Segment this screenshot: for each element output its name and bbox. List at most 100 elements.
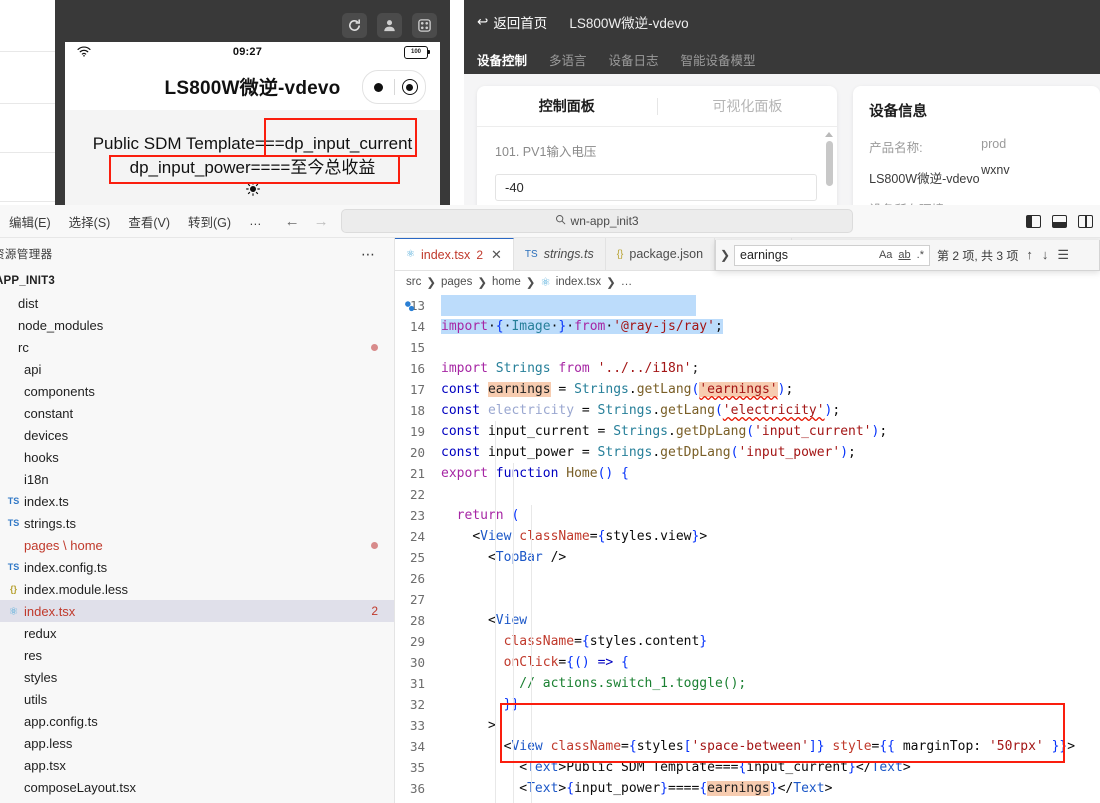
console-tab-device-log[interactable]: 设备日志 xyxy=(609,50,659,69)
breadcrumb-item-file[interactable]: index.tsx xyxy=(556,276,601,288)
tab-label: package.json xyxy=(629,247,704,261)
explorer-item-app-tsx[interactable]: app.tsx xyxy=(0,754,394,776)
more-dot-icon[interactable] xyxy=(363,82,394,92)
explorer-root-folder[interactable]: -APP_INIT3 xyxy=(0,270,394,292)
explorer-item-label: i18n xyxy=(24,471,49,487)
explorer-item-index-ts[interactable]: TS index.ts xyxy=(0,490,394,512)
toggle-panel-icon[interactable] xyxy=(1052,214,1067,228)
explorer-item-styles[interactable]: styles xyxy=(0,666,394,688)
code-line: 13 xyxy=(395,295,1100,316)
explorer-item-strings-ts[interactable]: TS strings.ts xyxy=(0,512,394,534)
toggle-primary-sidebar-icon[interactable] xyxy=(1026,214,1041,228)
target-ring-icon[interactable] xyxy=(395,79,426,95)
refresh-icon[interactable] xyxy=(342,12,367,38)
explorer-item-app-less[interactable]: app.less xyxy=(0,732,394,754)
panel-tab-visual[interactable]: 可视化面板 xyxy=(658,96,838,116)
explorer-item-api[interactable]: api xyxy=(0,358,394,380)
find-in-selection-icon[interactable]: ☰ xyxy=(1057,247,1069,263)
explorer-item-label: index.config.ts xyxy=(24,559,108,575)
use-regex-icon[interactable]: .* xyxy=(917,249,924,261)
explorer-item-dist[interactable]: dist xyxy=(0,292,394,314)
editor-tab-index-tsx[interactable]: ⚛ index.tsx 2 ✕ xyxy=(395,238,514,270)
command-center-search[interactable]: wn-app_init3 xyxy=(340,209,853,233)
console-tab-device-model[interactable]: 智能设备模型 xyxy=(681,50,756,69)
account-icon[interactable] xyxy=(377,12,402,38)
explorer-item-label: strings.ts xyxy=(24,515,77,531)
code-line: 20 const input_power = Strings.getDpLang(… xyxy=(395,442,1100,463)
dp-control-area: 101. PV1输入电压 -40 xyxy=(477,127,837,201)
explorer-item-res[interactable]: res xyxy=(0,644,394,666)
explorer-item-label: redux xyxy=(24,625,57,641)
explorer-item-pages-home[interactable]: pages \ home xyxy=(0,534,394,556)
explorer-item-label: index.tsx xyxy=(24,603,76,619)
editor-tab-package-json[interactable]: {} package.json xyxy=(605,238,716,270)
menu-view[interactable]: 查看(V) xyxy=(119,212,179,231)
find-previous-icon[interactable]: ↑ xyxy=(1026,247,1033,263)
console-tab-multilang[interactable]: 多语言 xyxy=(549,50,587,69)
line-number: 18 xyxy=(409,403,425,418)
explorer-item-i18n[interactable]: i18n xyxy=(0,468,394,490)
scroll-thumb[interactable] xyxy=(825,141,833,186)
explorer-item-label: styles xyxy=(24,669,58,685)
menu-edit[interactable]: 编辑(E) xyxy=(0,212,60,231)
panel-scrollbar[interactable] xyxy=(825,130,834,205)
explorer-item-label: dist xyxy=(18,295,39,311)
dp-value-input[interactable]: -40 xyxy=(495,174,817,201)
explorer-item-index-module-less[interactable]: {} index.module.less xyxy=(0,578,394,600)
back-arrow-icon[interactable]: ← xyxy=(285,213,300,230)
code-line: 21 export function Home() { xyxy=(395,463,1100,484)
phone-nav-actions[interactable] xyxy=(362,70,426,104)
line-number: 27 xyxy=(409,592,425,607)
explorer-more-icon[interactable]: ⋯ xyxy=(361,246,376,263)
explorer-item-composelayout-tsx[interactable]: composeLayout.tsx xyxy=(0,776,394,798)
find-match-count: 第 2 项, 共 3 项 xyxy=(937,248,1019,263)
info-key: prod xyxy=(981,137,1007,151)
line-number: 20 xyxy=(409,445,425,460)
explorer-item-app-config-ts[interactable]: app.config.ts xyxy=(0,710,394,732)
editor-tab-strings-ts[interactable]: TS strings.ts xyxy=(513,238,606,270)
match-case-icon[interactable]: Aa xyxy=(879,249,892,261)
explorer-item-components[interactable]: components xyxy=(0,380,394,402)
annotation-box-dp-input-power xyxy=(109,155,400,184)
explorer-item-rc[interactable]: rc xyxy=(0,336,394,358)
breadcrumb-item-home[interactable]: home xyxy=(492,276,521,288)
breadcrumb-item-pages[interactable]: pages xyxy=(441,276,472,288)
menu-goto[interactable]: 转到(G) xyxy=(179,212,240,231)
toggle-secondary-sidebar-icon[interactable] xyxy=(1078,214,1093,228)
explorer-item-index-tsx[interactable]: ⚛ index.tsx 2 xyxy=(0,600,394,622)
find-next-icon[interactable]: ↓ xyxy=(1042,247,1049,263)
explorer-item-node-modules[interactable]: node_modules xyxy=(0,314,394,336)
apps-grid-icon[interactable] xyxy=(412,12,437,38)
explorer-item-redux[interactable]: redux xyxy=(0,622,394,644)
explorer-header: 资源管理器 ⋯ xyxy=(0,238,394,270)
scroll-up-arrow-icon[interactable] xyxy=(825,132,834,137)
back-home-button[interactable]: ↩ 返回首页 xyxy=(477,12,547,32)
file-type-icon: TS xyxy=(7,562,20,572)
code-line: 22 xyxy=(395,484,1100,505)
code-line: 18 const electricity = Strings.getLang('e… xyxy=(395,400,1100,421)
explorer-item-index-config-ts[interactable]: TS index.config.ts xyxy=(0,556,394,578)
menu-overflow[interactable]: … xyxy=(240,214,271,228)
breakpoint-glyph-icon[interactable] xyxy=(403,299,416,320)
explorer-item-hooks[interactable]: hooks xyxy=(0,446,394,468)
breadcrumb-item-src[interactable]: src xyxy=(406,276,421,288)
phone-navbar: LS800W微逆-vdevo xyxy=(65,62,440,110)
console-tab-device-control[interactable]: 设备控制 xyxy=(477,50,527,69)
panel-tab-control[interactable]: 控制面板 xyxy=(477,96,657,116)
device-info-title: 设备信息 xyxy=(869,104,928,120)
match-whole-word-icon[interactable]: ab xyxy=(898,249,910,261)
explorer-item-utils[interactable]: utils xyxy=(0,688,394,710)
explorer-item-devices[interactable]: devices xyxy=(0,424,394,446)
explorer-sidebar: 资源管理器 ⋯ -APP_INIT3 dist node_modulesrc api… xyxy=(0,238,395,803)
find-widget[interactable]: ❯ earnings Aa ab .* 第 2 项, 共 3 项 ↑ ↓ ☰ xyxy=(715,240,1100,271)
back-arrow-icon: ↩ xyxy=(477,14,489,29)
close-icon[interactable]: ✕ xyxy=(491,247,502,263)
breadcrumb-item-symbol[interactable]: … xyxy=(621,276,633,288)
tab-problem-count: 2 xyxy=(476,247,483,262)
menu-selection[interactable]: 选择(S) xyxy=(60,212,120,231)
toggle-replace-chevron-icon[interactable]: ❯ xyxy=(716,248,734,262)
line-number: 35 xyxy=(409,760,425,775)
forward-arrow-icon[interactable]: → xyxy=(314,213,329,230)
explorer-item-constant[interactable]: constant xyxy=(0,402,394,424)
find-input[interactable]: earnings Aa ab .* xyxy=(734,244,930,266)
